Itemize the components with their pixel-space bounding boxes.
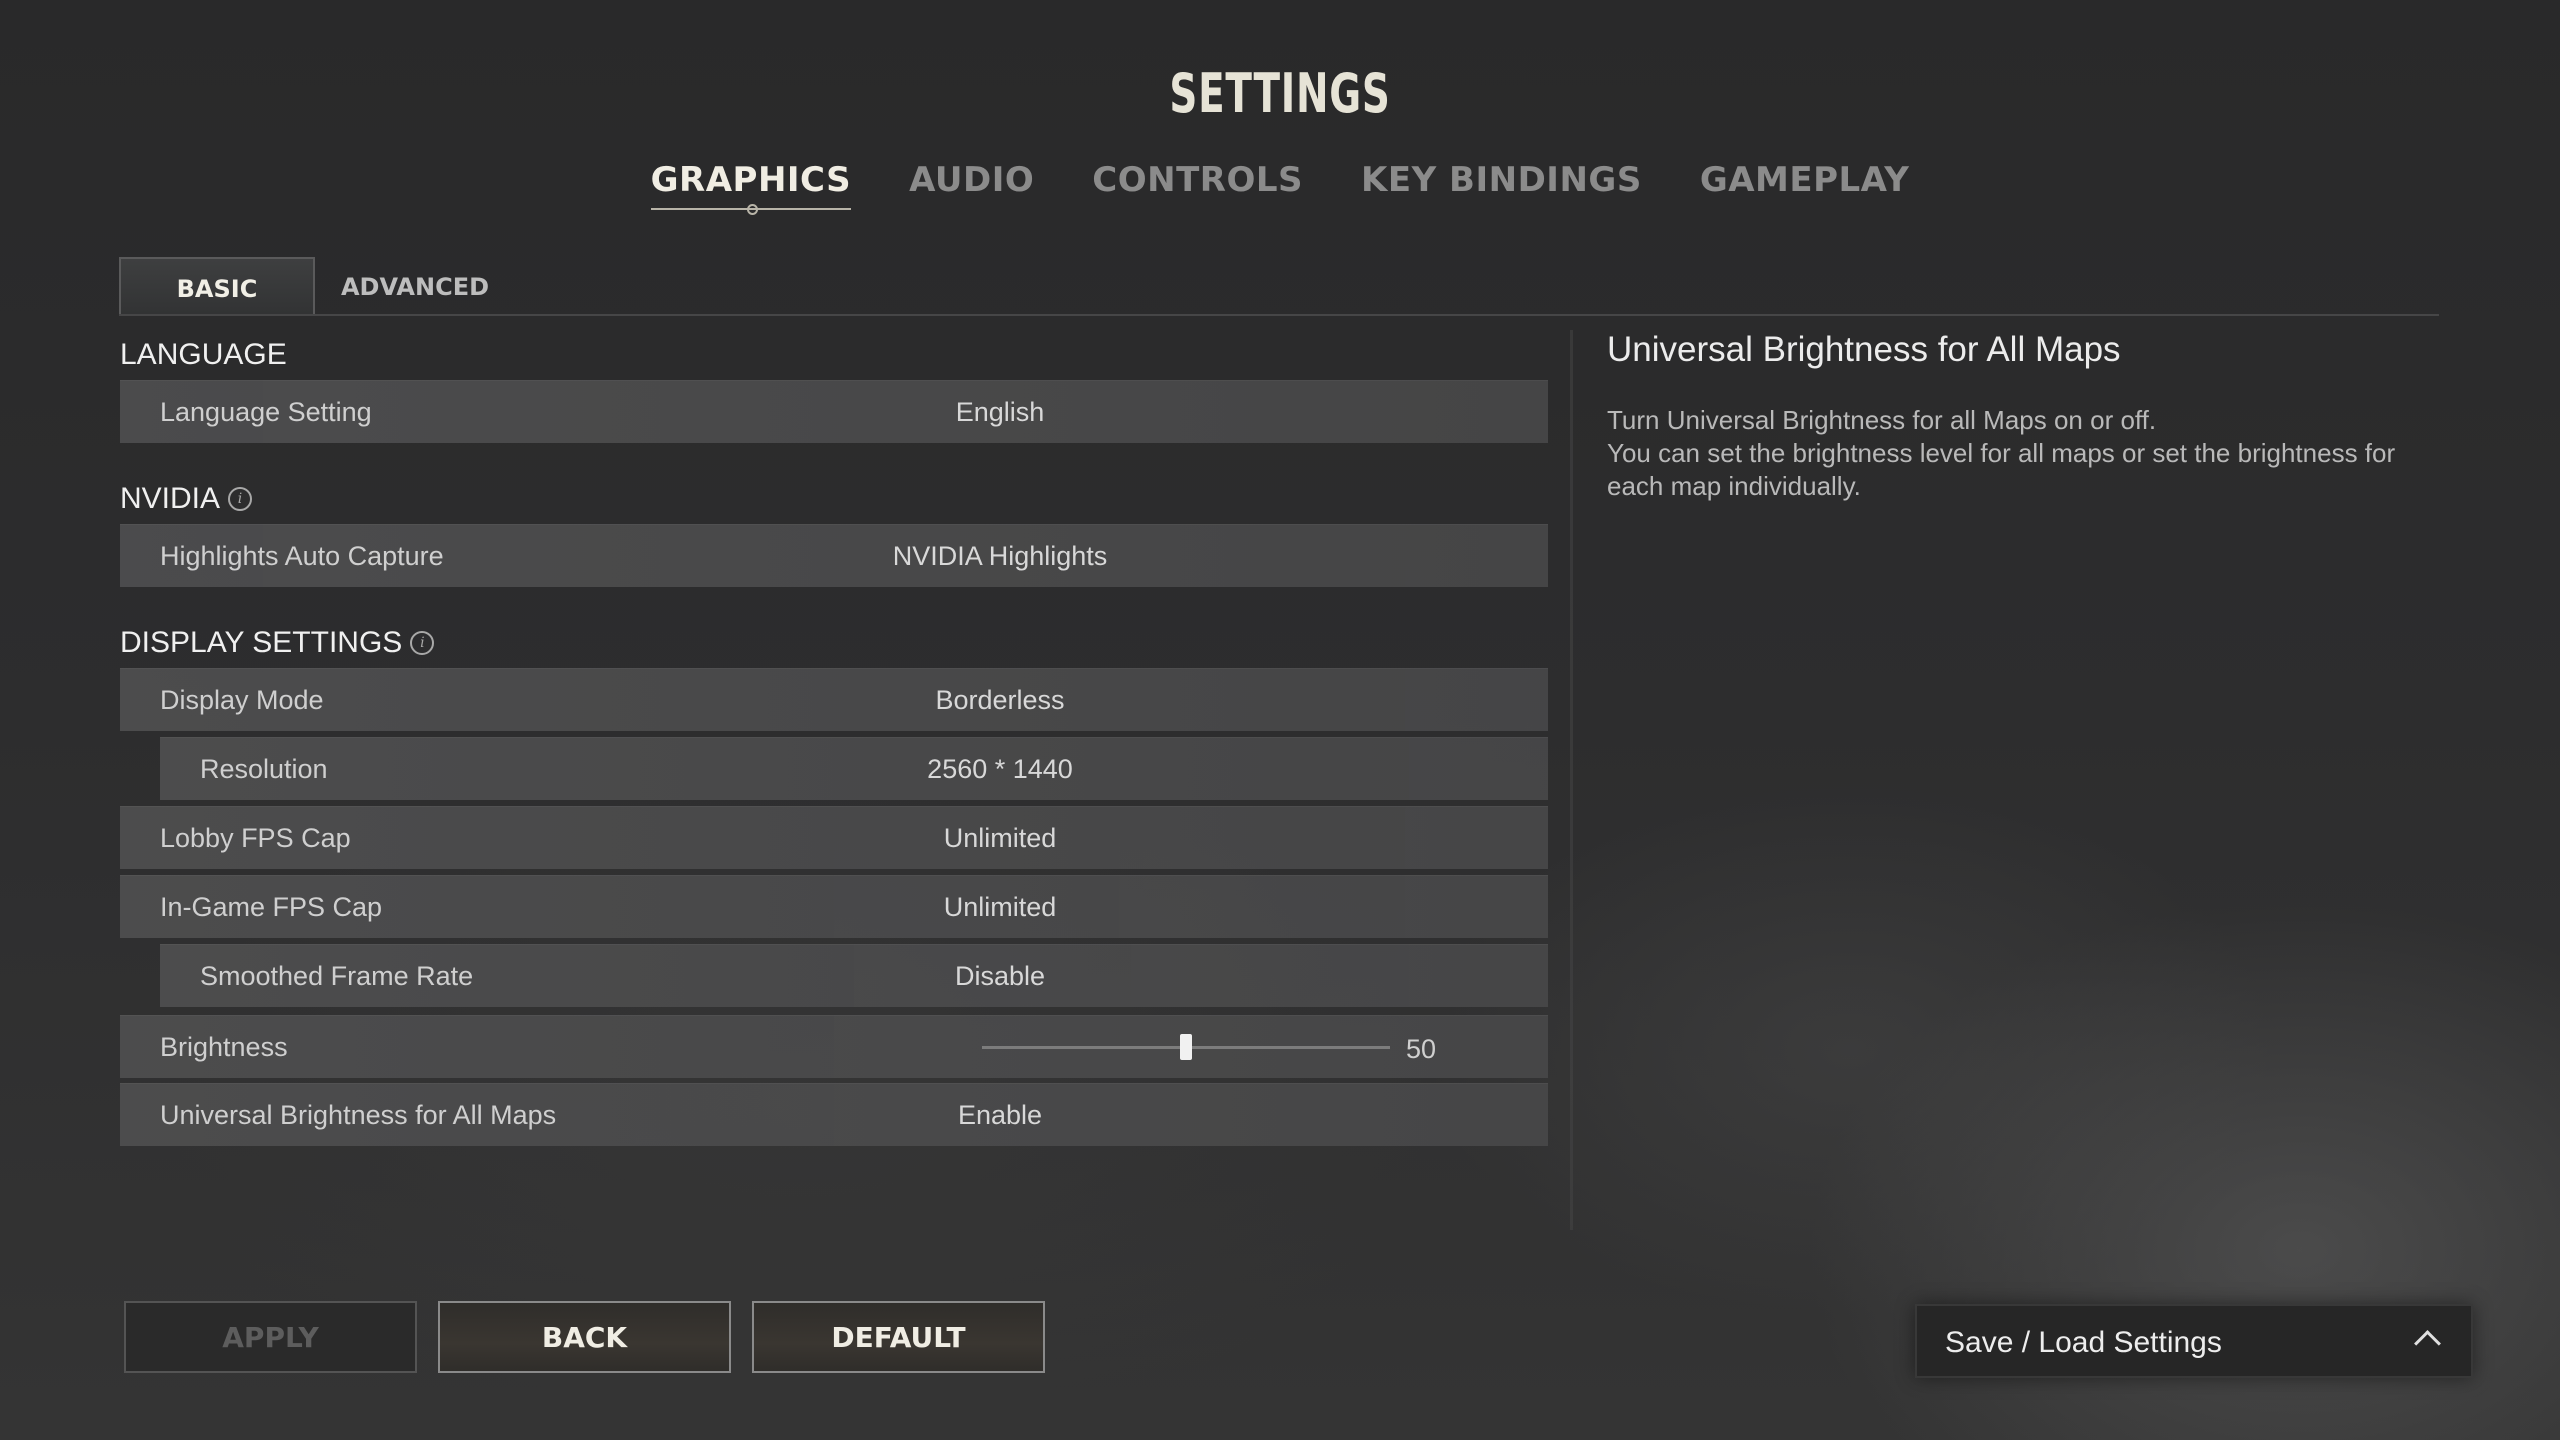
sub-tab-bar: BASIC ADVANCED: [119, 257, 2439, 316]
section-title-language-text: LANGUAGE: [120, 338, 287, 371]
tab-audio[interactable]: AUDIO: [909, 160, 1034, 210]
setting-label: Universal Brightness for All Maps: [160, 1100, 557, 1130]
setting-value[interactable]: Disable: [690, 945, 1310, 1007]
info-icon[interactable]: i: [410, 631, 435, 655]
setting-row-lobby-fps-cap[interactable]: Lobby FPS Cap Unlimited: [120, 806, 1548, 869]
panel-divider: [1570, 330, 1573, 1230]
chevron-up-icon: [2414, 1330, 2441, 1357]
setting-row-brightness[interactable]: Brightness 50: [120, 1015, 1548, 1078]
setting-row-ingame-fps-cap[interactable]: In-Game FPS Cap Unlimited: [120, 875, 1548, 938]
setting-label: Language Setting: [160, 397, 372, 427]
setting-label: Highlights Auto Capture: [160, 541, 444, 571]
setting-label: Display Mode: [160, 685, 324, 715]
tab-graphics[interactable]: GRAPHICS: [650, 160, 852, 215]
apply-button[interactable]: APPLY: [124, 1301, 417, 1373]
setting-value[interactable]: Unlimited: [690, 876, 1310, 938]
setting-label: Lobby FPS Cap: [160, 823, 351, 853]
setting-label: In-Game FPS Cap: [160, 892, 383, 922]
tab-controls[interactable]: CONTROLS: [1092, 160, 1303, 210]
default-button[interactable]: DEFAULT: [752, 1301, 1045, 1373]
setting-row-display-mode[interactable]: Display Mode Borderless: [120, 668, 1548, 731]
back-button[interactable]: BACK: [438, 1301, 731, 1373]
tab-key-bindings[interactable]: KEY BINDINGS: [1361, 160, 1642, 210]
setting-value[interactable]: 2560 * 1440: [690, 738, 1310, 800]
save-load-label: Save / Load Settings: [1945, 1326, 2222, 1359]
info-icon[interactable]: i: [228, 487, 253, 511]
tab-gameplay[interactable]: GAMEPLAY: [1700, 160, 1910, 210]
setting-row-universal-brightness[interactable]: Universal Brightness for All Maps Enable: [120, 1083, 1548, 1146]
setting-value[interactable]: Unlimited: [690, 807, 1310, 869]
subtab-advanced[interactable]: ADVANCED: [315, 257, 515, 314]
top-tab-bar: GRAPHICS AUDIO CONTROLS KEY BINDINGS GAM…: [0, 160, 2560, 215]
section-title-language: LANGUAGE: [120, 338, 287, 372]
page-title: SETTINGS: [1169, 62, 1391, 125]
setting-value[interactable]: Enable: [690, 1084, 1310, 1146]
section-title-nvidia-text: NVIDIA: [120, 482, 221, 515]
save-load-settings-dropdown[interactable]: Save / Load Settings: [1915, 1304, 2473, 1378]
setting-label: Resolution: [200, 754, 328, 784]
section-title-nvidia: NVIDIA i: [120, 482, 253, 516]
setting-value[interactable]: Borderless: [690, 669, 1310, 731]
setting-row-language[interactable]: Language Setting English: [120, 380, 1548, 443]
description-line: each map individually.: [1607, 471, 1861, 501]
section-title-display: DISPLAY SETTINGS i: [120, 626, 435, 660]
description-line: Turn Universal Brightness for all Maps o…: [1607, 405, 2157, 435]
description-line: You can set the brightness level for all…: [1607, 438, 2396, 468]
brightness-value: 50: [1406, 1034, 1437, 1064]
description-body: Turn Universal Brightness for all Maps o…: [1607, 404, 2427, 503]
setting-label: Brightness: [160, 1032, 288, 1062]
setting-row-smoothed-frame-rate[interactable]: Smoothed Frame Rate Disable: [160, 944, 1548, 1007]
setting-row-resolution[interactable]: Resolution 2560 * 1440: [160, 737, 1548, 800]
subtab-basic[interactable]: BASIC: [119, 257, 315, 314]
setting-row-highlights-auto-capture[interactable]: Highlights Auto Capture NVIDIA Highlight…: [120, 524, 1548, 587]
brightness-slider-thumb[interactable]: [1180, 1034, 1192, 1060]
description-title: Universal Brightness for All Maps: [1607, 330, 2121, 369]
section-title-display-text: DISPLAY SETTINGS: [120, 626, 403, 659]
setting-label: Smoothed Frame Rate: [200, 961, 474, 991]
setting-value[interactable]: NVIDIA Highlights: [690, 525, 1310, 587]
setting-value[interactable]: English: [690, 381, 1310, 443]
